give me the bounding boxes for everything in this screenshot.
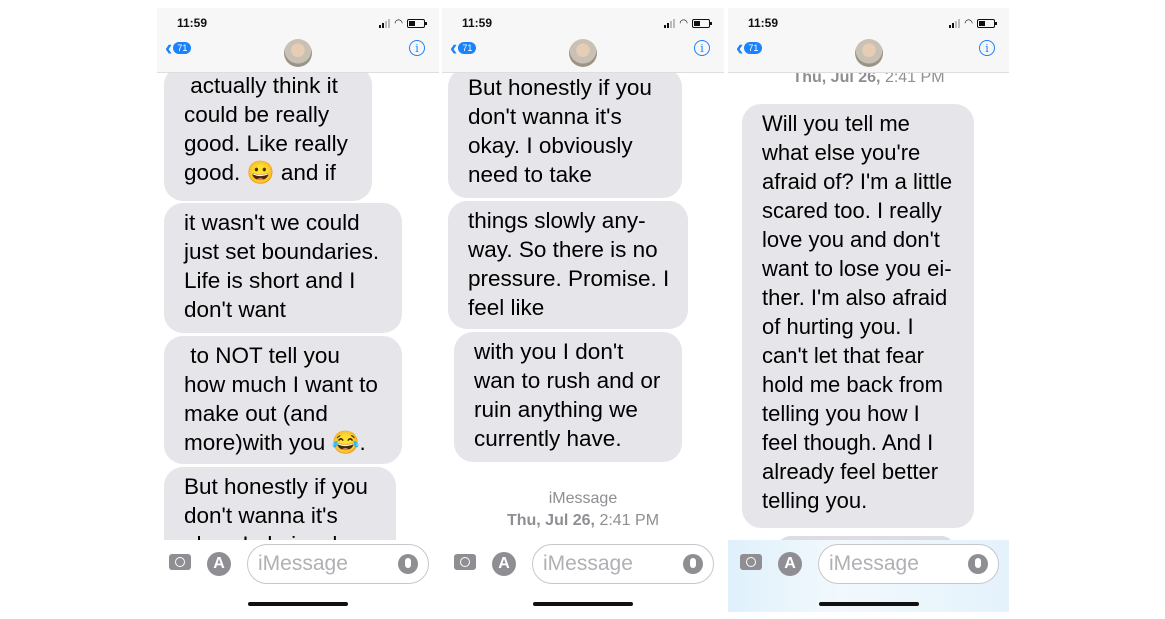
battery-icon (407, 19, 427, 28)
contact-avatar[interactable] (569, 39, 597, 67)
chevron-left-icon: ‹ (736, 35, 744, 60)
microphone-icon[interactable] (968, 554, 988, 574)
signal-icon (949, 19, 961, 28)
message-bubble[interactable]: it wasn't we could just set boundaries. … (164, 203, 402, 333)
wifi-icon: ◠ (964, 18, 973, 29)
back-button[interactable]: ‹ 71 (165, 35, 192, 60)
camera-icon[interactable] (740, 554, 762, 570)
battery-icon (977, 19, 997, 28)
signal-icon (664, 19, 676, 28)
camera-icon[interactable] (454, 554, 476, 570)
info-icon[interactable]: i (979, 40, 995, 56)
message-input-bar: A iMessage (442, 540, 724, 612)
home-indicator[interactable] (533, 602, 633, 606)
conversation-header: 11:59 ◠ ‹ 71 i (442, 8, 724, 73)
message-input-bar: A iMessage (728, 540, 1009, 612)
service-label: iMessage (548, 490, 618, 507)
conversation-header: 11:59 ◠ ‹ 71 i (728, 8, 1009, 73)
unread-badge: 71 (173, 42, 192, 54)
microphone-icon[interactable] (683, 554, 703, 574)
wifi-icon: ◠ (394, 18, 403, 29)
signal-icon (379, 19, 391, 28)
chevron-left-icon: ‹ (165, 35, 173, 60)
message-bubble[interactable]: with you I don't wan to rush and or ruin… (448, 332, 682, 462)
message-input[interactable]: iMessage (247, 544, 429, 584)
message-input[interactable]: iMessage (532, 544, 714, 584)
info-icon[interactable]: i (409, 40, 425, 56)
message-input[interactable]: iMessage (818, 544, 999, 584)
timestamp-time: 2:41 PM (599, 512, 660, 529)
status-time: 11:59 (748, 16, 779, 30)
screen-3: Thu, Jul 26, 2:41 PM Will you tell me wh… (728, 8, 1009, 612)
home-indicator[interactable] (818, 602, 919, 606)
message-bubble[interactable]: actually think it could be really good. … (164, 66, 372, 201)
unread-badge: 71 (744, 42, 763, 54)
input-placeholder: iMessage (543, 552, 633, 575)
battery-icon (692, 19, 712, 28)
contact-avatar[interactable] (854, 39, 883, 67)
status-icons: ◠ (664, 18, 712, 29)
app-store-icon[interactable]: A (778, 552, 802, 576)
wifi-icon: ◠ (679, 18, 688, 29)
input-placeholder: iMessage (829, 552, 919, 575)
back-button[interactable]: ‹ 71 (450, 35, 477, 60)
message-bubble[interactable]: things slowly any- way. So there is no p… (448, 201, 688, 329)
status-time: 11:59 (177, 16, 208, 30)
status-time: 11:59 (462, 16, 493, 30)
status-icons: ◠ (949, 18, 997, 29)
home-indicator[interactable] (248, 602, 348, 606)
conversation-header: 11:59 ◠ ‹ 71 i (157, 8, 439, 73)
back-button[interactable]: ‹ 71 (736, 35, 763, 60)
message-bubble[interactable]: to NOT tell you how much I want to make … (164, 336, 402, 464)
screen-2: But honestly if you don't wanna it's oka… (442, 8, 724, 612)
contact-avatar[interactable] (284, 39, 312, 67)
timestamp-day: Thu, Jul 26, (506, 512, 595, 529)
camera-icon[interactable] (169, 554, 191, 570)
app-store-icon[interactable]: A (207, 552, 231, 576)
timestamp: Thu, Jul 26, 2:41 PM (442, 512, 724, 530)
app-store-icon[interactable]: A (492, 552, 516, 576)
chevron-left-icon: ‹ (450, 35, 458, 60)
message-bubble[interactable]: But honestly if you don't wanna it's oka… (448, 68, 682, 198)
info-icon[interactable]: i (694, 40, 710, 56)
input-placeholder: iMessage (258, 552, 348, 575)
screen-1: actually think it could be really good. … (157, 8, 439, 612)
unread-badge: 71 (458, 42, 477, 54)
message-input-bar: A iMessage (157, 540, 439, 612)
status-icons: ◠ (379, 18, 427, 29)
microphone-icon[interactable] (398, 554, 418, 574)
message-bubble[interactable]: Will you tell me what else you're afraid… (736, 104, 974, 528)
